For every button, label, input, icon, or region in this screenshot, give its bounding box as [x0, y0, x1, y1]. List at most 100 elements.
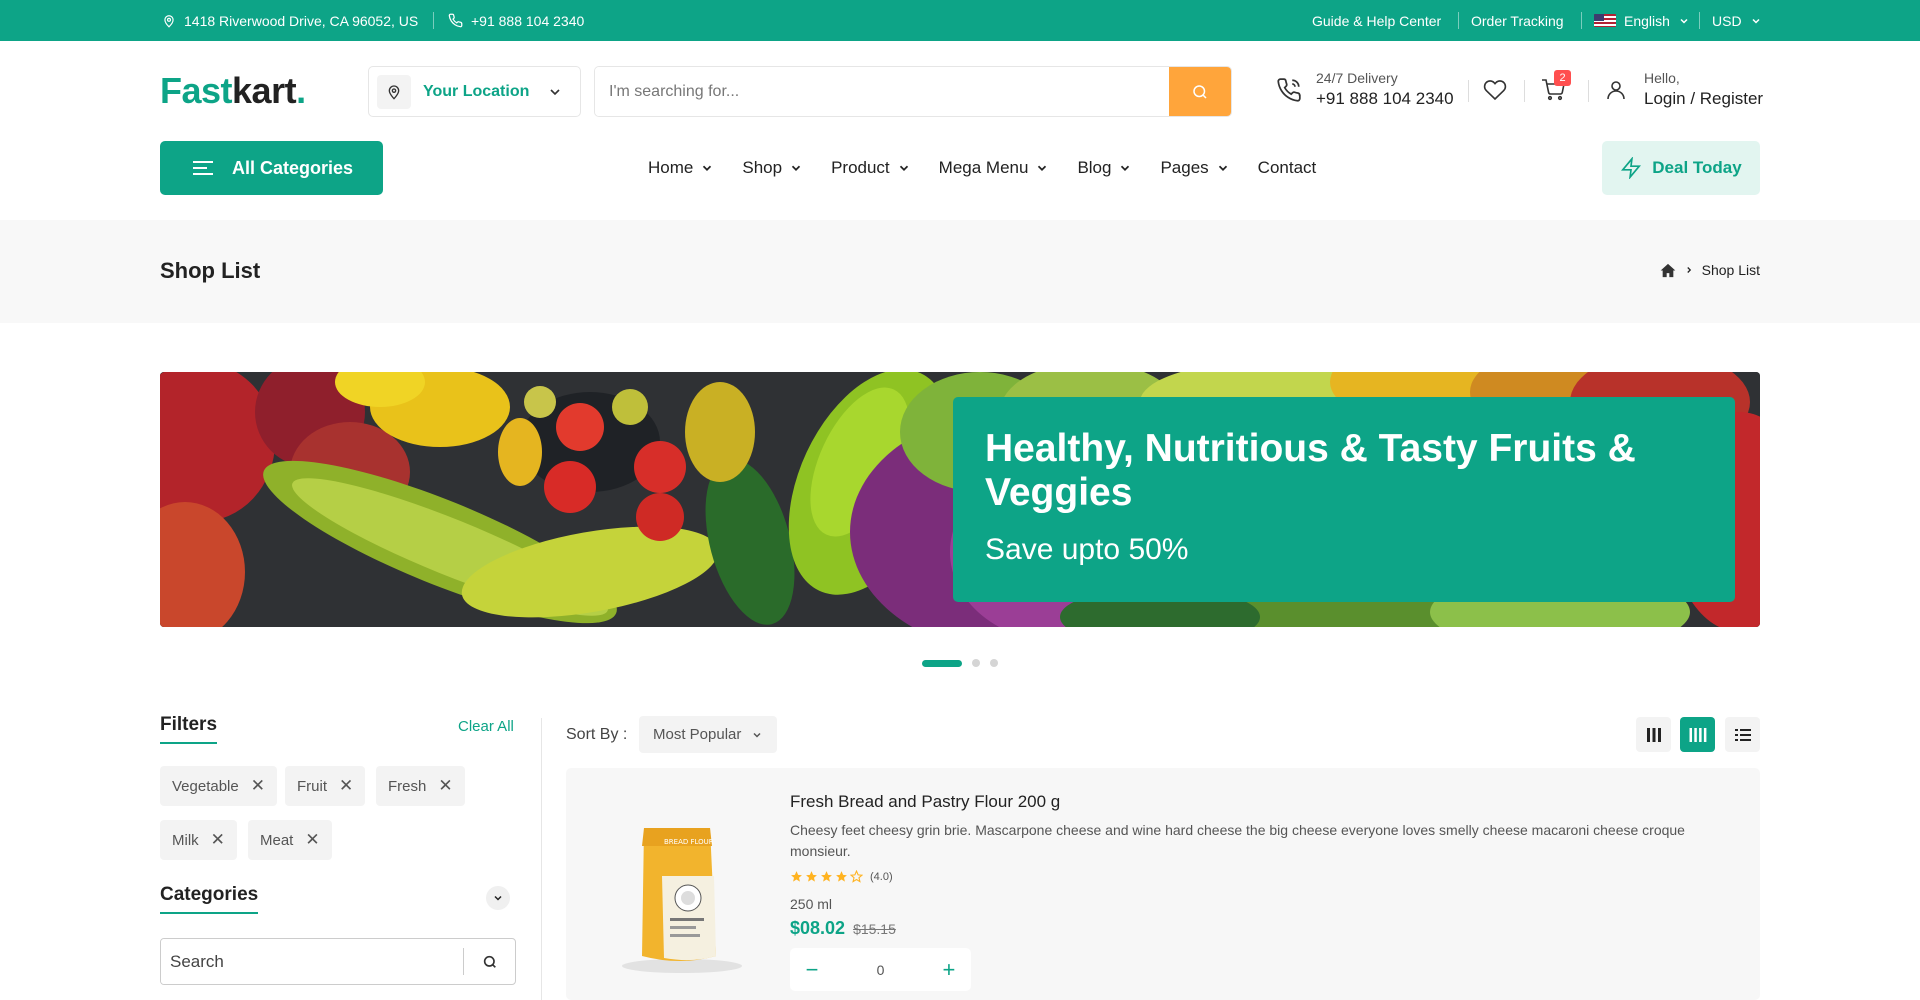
category-search-button[interactable]	[463, 948, 515, 975]
close-icon[interactable]: ✕	[438, 776, 452, 796]
banner-title: Healthy, Nutritious & Tasty Fruits & Veg…	[985, 427, 1636, 514]
nav-item-product[interactable]: Product	[831, 158, 911, 178]
all-categories-button[interactable]: All Categories	[160, 141, 383, 195]
rating-text: (4.0)	[870, 870, 893, 883]
delivery-phone[interactable]: +91 888 104 2340	[1316, 89, 1454, 109]
search-button[interactable]	[1169, 67, 1231, 116]
nav-label: Pages	[1160, 158, 1209, 177]
location-selector[interactable]: Your Location	[368, 66, 581, 117]
currency-label: USD	[1712, 12, 1742, 29]
nav-item-home[interactable]: Home	[648, 158, 714, 178]
list-view-button[interactable]	[1725, 717, 1760, 752]
sort-selected-value: Most Popular	[653, 726, 742, 743]
nav-item-shop[interactable]: Shop	[742, 158, 803, 178]
guide-link[interactable]: Guide & Help Center	[1312, 0, 1441, 41]
package-label: BREAD FLOUR	[664, 838, 714, 846]
chip-label: Vegetable	[172, 777, 239, 795]
map-pin-icon	[162, 13, 176, 29]
clear-all-link[interactable]: Clear All	[458, 718, 514, 735]
order-tracking-link[interactable]: Order Tracking	[1471, 0, 1564, 41]
flour-bag-image[interactable]: BREAD FLOUR	[602, 806, 752, 976]
current-price: $08.02	[790, 918, 846, 938]
close-icon[interactable]: ✕	[211, 830, 225, 850]
chip-label: Fruit	[297, 777, 327, 795]
sort-select[interactable]: Most Popular	[639, 716, 777, 753]
logo[interactable]: Fastkart.	[160, 70, 306, 112]
close-icon[interactable]: ✕	[339, 776, 353, 796]
category-search-input[interactable]	[161, 939, 464, 984]
filter-chip-fresh: Fresh ✕	[376, 766, 465, 806]
close-icon[interactable]: ✕	[251, 776, 265, 796]
banner-text-box: Healthy, Nutritious & Tasty Fruits & Veg…	[953, 397, 1735, 602]
breadcrumb: Shop List	[1660, 262, 1760, 278]
chevron-down-icon	[789, 161, 803, 175]
address-text: 1418 Riverwood Drive, CA 96052, US	[184, 12, 419, 29]
menu-lines-icon	[192, 160, 214, 176]
chip-label: Meat	[260, 831, 294, 849]
filter-chip-fruit: Fruit ✕	[285, 766, 366, 806]
product-rating: (4.0)	[790, 870, 893, 883]
nav-item-contact[interactable]: Contact	[1258, 158, 1317, 178]
category-search	[160, 938, 516, 985]
grid-3-view-button[interactable]	[1636, 717, 1671, 752]
logo-part-fast: Fast	[160, 70, 233, 111]
categories-title: Categories	[160, 884, 259, 914]
product-name[interactable]: Fresh Bread and Pastry Flour 200 g	[790, 792, 1060, 812]
star-filled-icon	[805, 870, 818, 883]
chevron-down-icon	[897, 161, 911, 175]
divider	[1581, 12, 1582, 29]
carousel-dot-2[interactable]	[972, 659, 980, 667]
nav-item-blog[interactable]: Blog	[1077, 158, 1132, 178]
main-nav: Home Shop Product Mega Menu Blog Pages C…	[648, 141, 1344, 195]
deal-today-button[interactable]: Deal Today	[1602, 141, 1760, 195]
home-icon[interactable]	[1660, 263, 1676, 278]
old-price: $15.15	[853, 921, 896, 937]
divider	[1588, 80, 1589, 102]
nav-label: Shop	[742, 158, 783, 177]
list-icon	[1734, 728, 1751, 742]
product-card[interactable]: BREAD FLOUR Fresh Bread and Pastry Flour…	[566, 768, 1760, 1000]
promo-banner[interactable]: Healthy, Nutritious & Tasty Fruits & Veg…	[160, 372, 1760, 627]
star-filled-icon	[835, 870, 848, 883]
page-title: Shop List	[160, 258, 261, 283]
chip-label: Fresh	[388, 777, 427, 795]
carousel-dot-1[interactable]	[922, 659, 962, 667]
filter-chip-vegetable: Vegetable ✕	[160, 766, 277, 806]
login-register-link[interactable]: Login / Register	[1644, 89, 1763, 109]
user-icon	[1604, 78, 1628, 102]
currency-selector[interactable]: USD	[1712, 0, 1762, 41]
quantity-stepper: − 0 +	[790, 948, 971, 991]
cart-count-badge: 2	[1554, 70, 1571, 86]
search-input[interactable]	[595, 67, 1171, 116]
categories-toggle[interactable]	[486, 886, 510, 910]
product-price: $08.02 $15.15	[790, 918, 896, 939]
star-filled-icon	[790, 870, 803, 883]
filter-chip-milk: Milk ✕	[160, 820, 237, 860]
phone-icon	[448, 13, 463, 28]
increase-quantity-button[interactable]: +	[939, 957, 959, 983]
language-selector[interactable]: English	[1594, 0, 1690, 41]
chevron-down-icon	[1118, 161, 1132, 175]
address: 1418 Riverwood Drive, CA 96052, US	[162, 0, 418, 41]
user-account[interactable]: Hello, Login / Register	[1604, 70, 1763, 109]
hello-text: Hello,	[1644, 70, 1680, 86]
wishlist-button[interactable]	[1482, 78, 1508, 102]
filters-title: Filters	[160, 714, 218, 744]
us-flag-icon	[1594, 14, 1616, 27]
carousel-dots	[922, 659, 998, 667]
close-icon[interactable]: ✕	[305, 830, 319, 850]
decrease-quantity-button[interactable]: −	[802, 957, 822, 983]
phone[interactable]: +91 888 104 2340	[448, 0, 584, 41]
nav-item-pages[interactable]: Pages	[1160, 158, 1229, 178]
carousel-dot-3[interactable]	[990, 659, 998, 667]
grid-four-columns-icon	[1689, 727, 1707, 742]
nav-label: Blog	[1077, 158, 1112, 177]
divider	[433, 12, 434, 29]
star-outline-icon	[850, 870, 863, 883]
grid-4-view-button[interactable]	[1680, 717, 1715, 752]
language-label: English	[1624, 12, 1670, 29]
nav-item-mega-menu[interactable]: Mega Menu	[939, 158, 1050, 178]
quantity-value[interactable]: 0	[877, 962, 885, 978]
divider	[1524, 80, 1525, 102]
search-icon	[482, 954, 498, 970]
